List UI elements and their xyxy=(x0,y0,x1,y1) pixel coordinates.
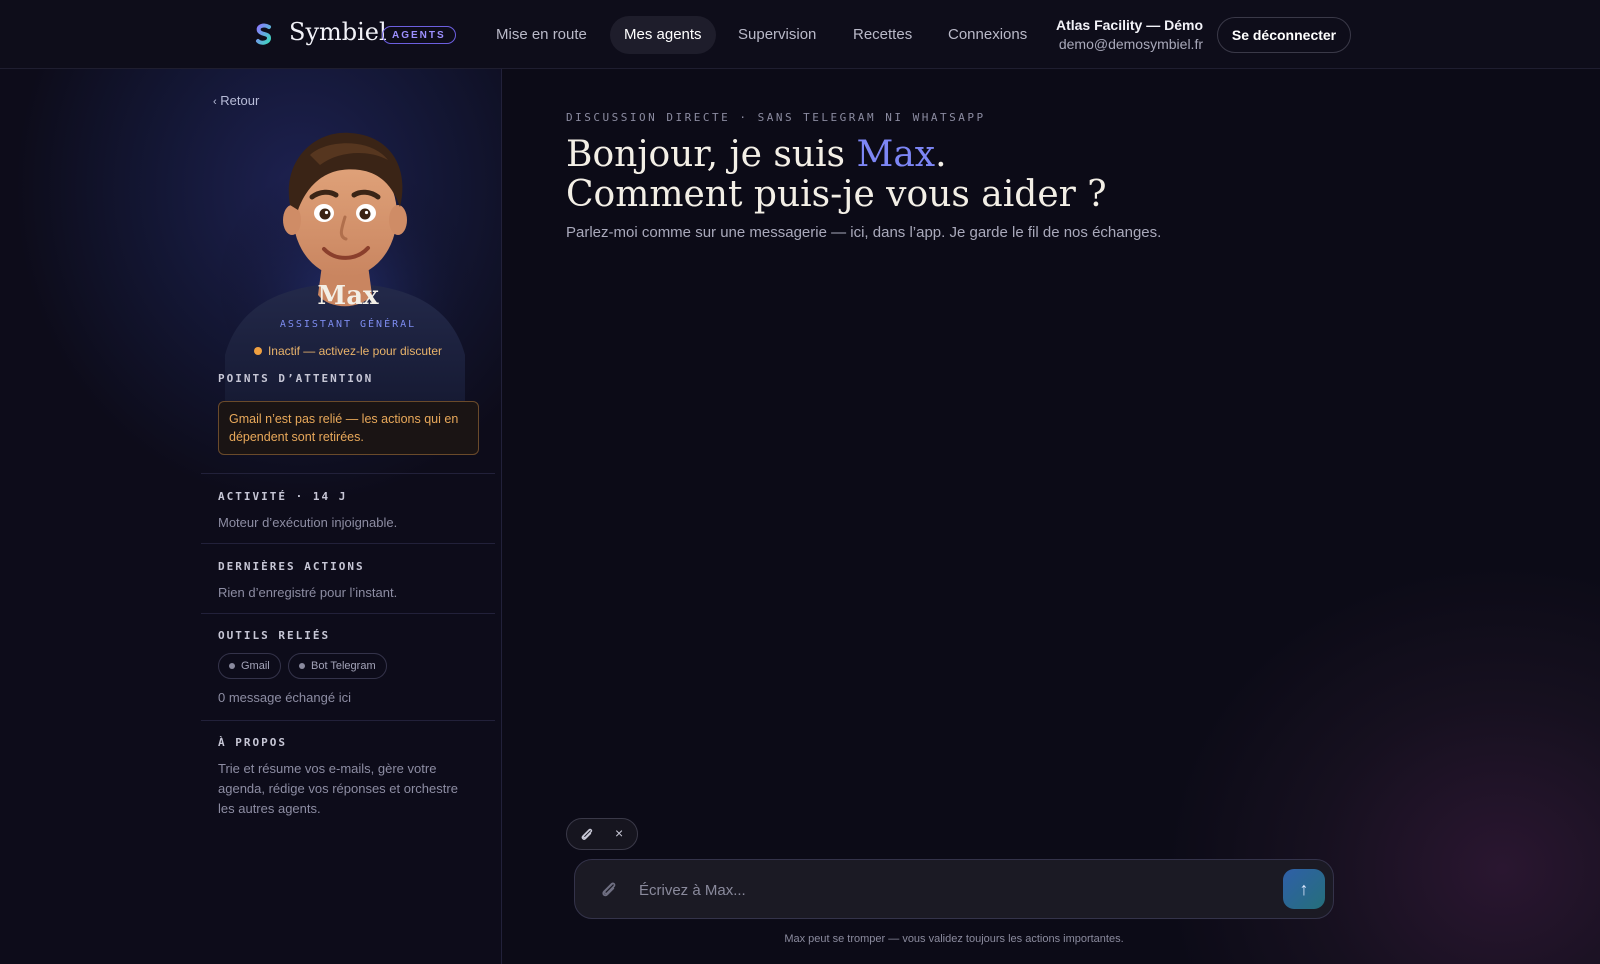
chat-panel: DISCUSSION DIRECTE · SANS TELEGRAM NI WH… xyxy=(502,69,1600,964)
chevron-left-icon: ‹ xyxy=(213,96,217,108)
status-dot-icon xyxy=(299,663,305,669)
actions-title: DERNIÈRES ACTIONS xyxy=(218,560,365,573)
nav-mise-en-route[interactable]: Mise en route xyxy=(482,16,601,54)
back-label: Retour xyxy=(220,93,260,108)
chat-subtitle: Parlez-moi comme sur une messagerie — ic… xyxy=(566,224,1162,241)
agent-name: Max xyxy=(317,281,379,311)
nav-supervision[interactable]: Supervision xyxy=(724,16,830,54)
back-link[interactable]: ‹ Retour xyxy=(213,93,259,108)
send-button[interactable]: ↑ xyxy=(1283,869,1325,909)
account-name: Atlas Facility — Démo xyxy=(1055,17,1203,33)
message-input[interactable] xyxy=(637,872,1261,908)
nav-mes-agents[interactable]: Mes agents xyxy=(610,16,716,54)
divider xyxy=(201,720,495,721)
status-dot-icon xyxy=(253,347,262,355)
close-icon[interactable]: × xyxy=(615,825,623,841)
chat-disclaimer: Max peut se tromper — vous validez toujo… xyxy=(784,933,1124,945)
nav-recettes[interactable]: Recettes xyxy=(839,16,926,54)
agent-role: ASSISTANT GÉNÉRAL xyxy=(279,319,417,330)
about-text: Trie et résume vos e-mails, gère votre a… xyxy=(218,761,458,816)
divider xyxy=(201,543,495,544)
tool-label: Bot Telegram xyxy=(311,660,376,672)
tool-label: Gmail xyxy=(241,660,270,672)
divider xyxy=(201,613,495,614)
greeting-question: Comment puis-je vous aider ? xyxy=(566,174,1107,215)
paperclip-icon[interactable] xyxy=(599,879,619,899)
message-composer: ↑ xyxy=(574,859,1334,919)
tools-title: OUTILS RELIÉS xyxy=(218,629,331,642)
divider xyxy=(201,473,495,474)
paperclip-icon[interactable] xyxy=(579,826,595,842)
activity-title: ACTIVITÉ · 14 J xyxy=(218,490,348,503)
gmail-warning: Gmail n’est pas relié — les actions qui … xyxy=(218,401,479,455)
symbiel-logo-icon[interactable] xyxy=(252,22,276,46)
agent-sidebar: ‹ Retour Max ASSISTANT GÉNÉRAL Inactif —… xyxy=(0,69,502,964)
nav-connexions[interactable]: Connexions xyxy=(934,16,1041,54)
messages-count: 0 message échangé ici xyxy=(218,690,351,705)
attachment-pill[interactable]: × xyxy=(566,818,638,850)
status-dot-icon xyxy=(229,663,235,669)
greeting-prefix: Bonjour, je suis xyxy=(566,134,857,175)
tool-chip-gmail[interactable]: Gmail xyxy=(218,653,281,679)
greeting-suffix: . xyxy=(935,134,947,175)
greeting-agent-name: Max xyxy=(856,134,936,175)
account-email: demo@demosymbiel.fr xyxy=(1058,36,1203,52)
brand-name[interactable]: Symbiel xyxy=(289,18,387,46)
agent-avatar xyxy=(220,132,470,405)
agents-badge: AGENTS xyxy=(382,26,456,44)
tool-chip-telegram[interactable]: Bot Telegram xyxy=(288,653,387,679)
logout-button[interactable]: Se déconnecter xyxy=(1217,17,1351,53)
agent-status: Inactif — activez-le pour discuter xyxy=(213,344,483,358)
about-title: À PROPOS xyxy=(218,736,287,749)
send-arrow-icon: ↑ xyxy=(1299,879,1309,899)
status-text: Inactif — activez-le pour discuter xyxy=(267,344,443,358)
chat-greeting: Bonjour, je suis Max. Comment puis-je vo… xyxy=(566,135,1107,215)
top-navigation-bar: Symbiel AGENTS Mise en route Mes agents … xyxy=(0,0,1600,69)
chat-eyebrow: DISCUSSION DIRECTE · SANS TELEGRAM NI WH… xyxy=(566,111,986,124)
actions-text: Rien d’enregistré pour l’instant. xyxy=(218,585,398,600)
activity-text: Moteur d’exécution injoignable. xyxy=(218,515,398,530)
attention-title: POINTS D’ATTENTION xyxy=(218,372,374,385)
